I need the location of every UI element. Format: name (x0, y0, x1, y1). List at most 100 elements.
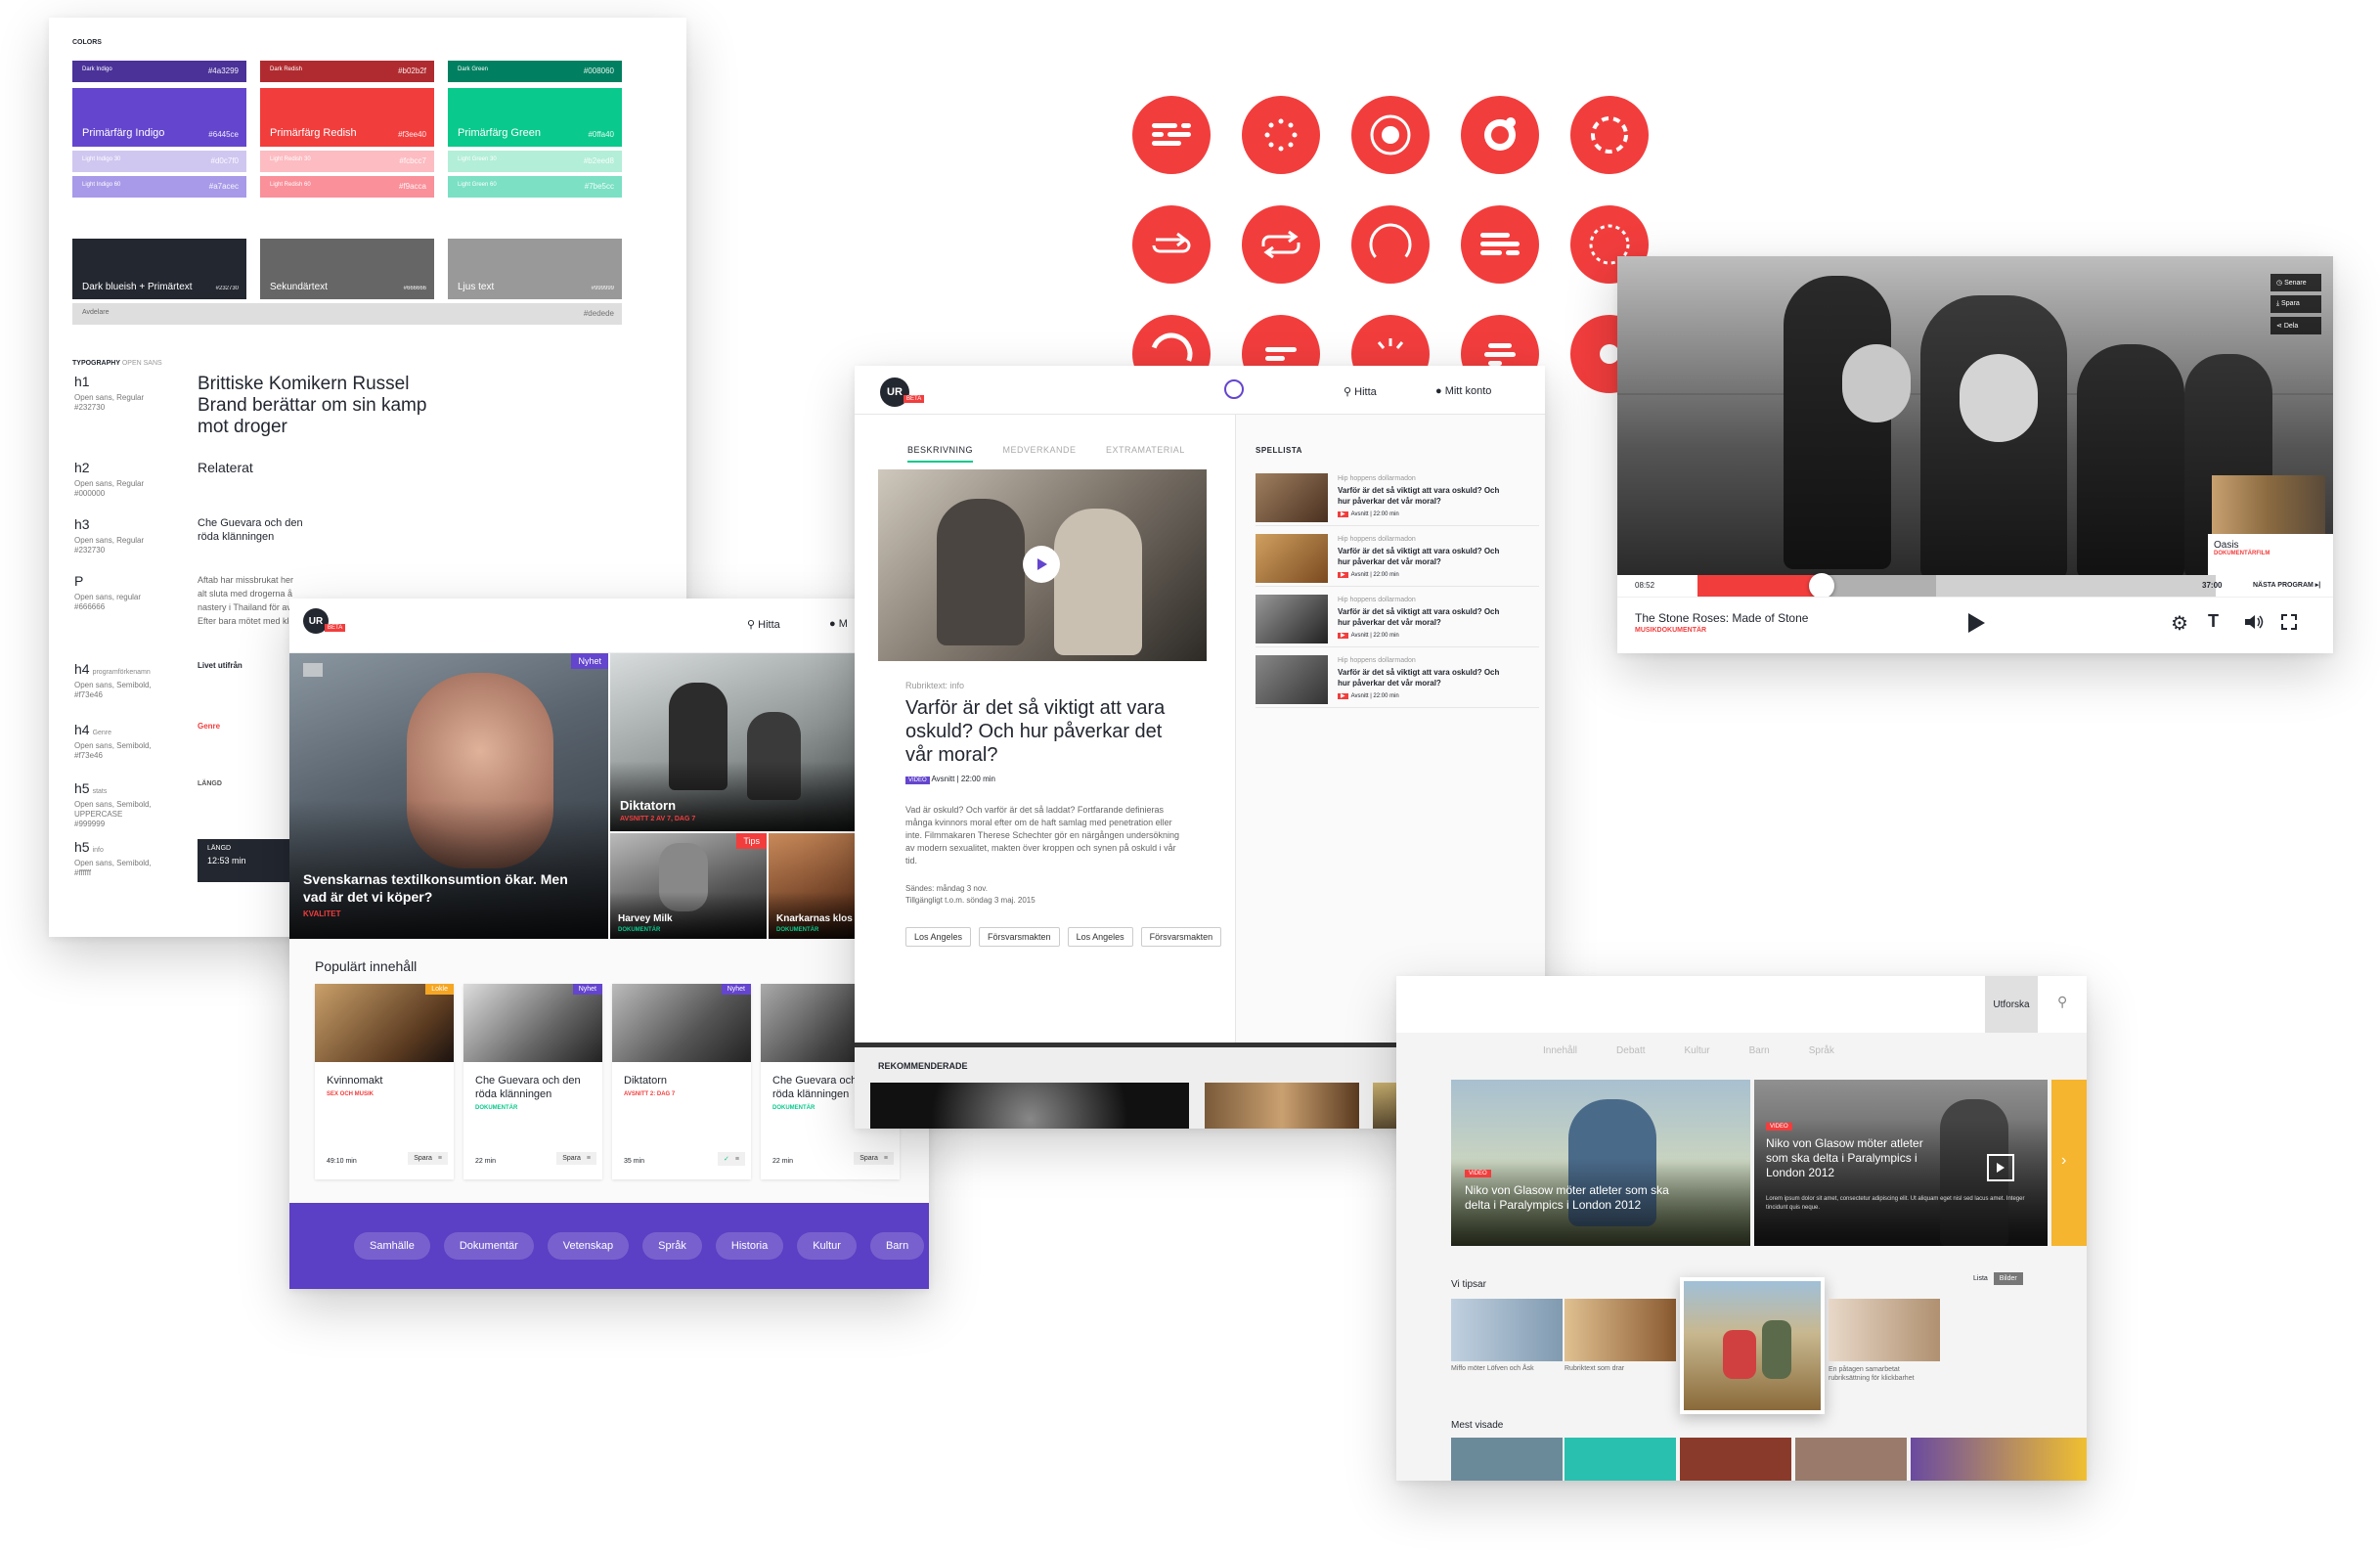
search-link[interactable]: ⚲ Hitta (747, 618, 780, 631)
category-pill[interactable]: Språk (642, 1232, 702, 1260)
most-thumb[interactable] (1795, 1438, 1907, 1481)
type-meta: Open sans, regular #666666 (74, 593, 142, 611)
most-thumb[interactable] (1451, 1438, 1563, 1481)
type-key: h4 programförkenamn (74, 661, 151, 677)
explore-nav-item[interactable]: Barn (1749, 1045, 1770, 1056)
explore-nav-item[interactable]: Debatt (1616, 1045, 1645, 1056)
most-thumb[interactable] (1565, 1438, 1676, 1481)
time-current: 08:52 (1635, 581, 1655, 590)
search-link[interactable]: ⚲ Hitta (1344, 385, 1377, 398)
explore-card: Utforska ⚲ Innehåll Debatt Kultur Barn Språk… (1396, 976, 2087, 1481)
hero-title[interactable]: Svenskarnas textilkonsumtion ökar. Men v… (303, 870, 587, 906)
tag[interactable]: Los Angeles (1067, 927, 1133, 947)
hero-desc: Lorem ipsum dolor sit amet, consectetur … (1766, 1196, 2025, 1211)
list-icon: ≡ (437, 1155, 442, 1162)
tip-thumb[interactable] (1451, 1299, 1563, 1361)
save-button[interactable]: Spara ≡ (408, 1152, 448, 1165)
tag[interactable]: Försvarsmakten (1140, 927, 1222, 947)
save-button[interactable]: Spara ≡ (556, 1152, 596, 1165)
volume-icon[interactable] (2243, 613, 2265, 636)
next-program-button[interactable]: NÄSTA PROGRAM ▸| (2253, 581, 2320, 589)
next-program-card[interactable]: Oasis DOKUMENTÄRFILM (2208, 534, 2333, 575)
popular-card[interactable]: Lokle Kvinnomakt SEX OCH MUSIK 49:10 min Spa… (315, 984, 454, 1179)
category-pill[interactable]: Vetenskap (547, 1232, 630, 1260)
loading-indicator (1224, 379, 1244, 399)
type-sample: Brittiske Komikern Russel Brand berättar… (198, 374, 427, 437)
most-thumb[interactable] (1911, 1438, 2087, 1481)
subtitles-icon[interactable] (1132, 96, 1211, 174)
explore-hero-3[interactable]: › (2051, 1080, 2087, 1246)
nav-explore[interactable]: Utforska (1985, 976, 2038, 1033)
settings-icon[interactable]: ⚙ (2171, 611, 2188, 636)
repeat-icon[interactable] (1132, 205, 1211, 284)
save-button[interactable]: ✓ ≡ (718, 1152, 745, 1166)
tab-beskrivning[interactable]: BESKRIVNING (907, 445, 974, 463)
tile-harvey-milk[interactable]: Tips Harvey Milk DOKUMENTÄR (610, 833, 767, 939)
category-pill[interactable]: Historia (715, 1232, 784, 1260)
progress-knob[interactable] (1809, 573, 1835, 599)
sent-info: Sändes: måndag 3 nov. (905, 884, 988, 893)
category-pill[interactable]: Samhälle (354, 1232, 430, 1260)
play-icon[interactable] (1987, 1154, 2014, 1181)
playlist-item[interactable]: Hip hoppens dollarmadon Varför är det så … (1256, 653, 1539, 708)
category-pill[interactable]: Dokumentär (443, 1232, 534, 1260)
chevron-right-icon[interactable]: › (2061, 1152, 2066, 1170)
beta-badge: BETA (325, 624, 346, 632)
playlist-title: Varför är det så viktigt att vara oskuld… (1338, 668, 1500, 688)
tag[interactable]: Försvarsmakten (979, 927, 1060, 947)
explore-nav-item[interactable]: Kultur (1685, 1045, 1710, 1056)
search-icon[interactable]: ⚲ (2057, 994, 2067, 1010)
tip-thumb-featured[interactable] (1680, 1277, 1825, 1414)
category-pill[interactable]: Barn (869, 1232, 925, 1260)
popular-time: 22 min (475, 1158, 497, 1165)
rec-thumb[interactable] (1205, 1083, 1359, 1129)
tag[interactable]: Los Angeles (905, 927, 972, 947)
record-dot-icon[interactable] (1461, 96, 1539, 174)
account-link[interactable]: ● Mitt konto (1435, 385, 1491, 397)
toggle-images[interactable]: Bilder (1993, 1272, 2023, 1285)
type-key: h2 (74, 460, 90, 475)
text-size-icon[interactable]: T (2208, 611, 2219, 632)
tip-thumb[interactable] (1565, 1299, 1676, 1361)
repeat-all-icon[interactable] (1242, 205, 1320, 284)
tab-extramaterial[interactable]: EXTRAMATERIAL (1106, 445, 1185, 455)
player-video[interactable]: ◷ Senare ⤓ Spara ⋖ Dela Oasis DOKUMENTÄR… (1617, 256, 2333, 575)
player-timeline[interactable]: 08:52 37:00 NÄSTA PROGRAM ▸| (1617, 573, 2333, 599)
play-icon[interactable] (1023, 546, 1060, 583)
type-sample: Livet utifrån (198, 661, 242, 670)
playlist-item[interactable]: Hip hoppens dollarmadon Varför är det så … (1256, 532, 1539, 587)
record-target-icon[interactable] (1351, 96, 1430, 174)
share-button[interactable]: ⋖ Dela (2270, 317, 2321, 334)
toggle-list[interactable]: Lista (1967, 1272, 1994, 1285)
list-icon: ≡ (734, 1156, 739, 1163)
account-link[interactable]: ● M (829, 618, 848, 630)
tip-thumb[interactable] (1829, 1299, 1940, 1361)
explore-nav-item[interactable]: Innehåll (1543, 1045, 1577, 1056)
explore-hero-2[interactable]: VIDEO Niko von Glasow möter atleter som … (1754, 1080, 2048, 1246)
hero-title: Niko von Glasow möter atleter som ska de… (1766, 1136, 1923, 1179)
popular-card[interactable]: Nyhet Diktatorn AVSNITT 2: DAG 7 35 min ✓ ≡ (612, 984, 751, 1179)
save-button[interactable]: Spara ≡ (854, 1152, 894, 1165)
explore-header: Utforska ⚲ (1396, 976, 2087, 1033)
rec-thumb[interactable] (870, 1083, 1189, 1129)
fullscreen-icon[interactable] (2280, 613, 2298, 636)
tab-medverkande[interactable]: MEDVERKANDE (1002, 445, 1076, 455)
most-thumb[interactable] (1680, 1438, 1791, 1481)
popular-card[interactable]: Nyhet Che Guevara och den röda klänningen… (463, 984, 602, 1179)
playlist-thumb (1256, 534, 1328, 583)
progress-track[interactable] (1697, 573, 2216, 599)
color-swatch: Dark blueish + Primärtext #232730 (72, 239, 246, 299)
play-icon[interactable] (1965, 611, 1987, 640)
subtitles-alt-icon[interactable] (1461, 205, 1539, 284)
hero-badge: Nyhet (571, 653, 608, 669)
detail-video[interactable] (878, 469, 1207, 661)
playlist-item[interactable]: Hip hoppens dollarmadon Varför är det så … (1256, 593, 1539, 647)
category-pill[interactable]: Kultur (797, 1232, 857, 1260)
playlist-item[interactable]: Hip hoppens dollarmadon Varför är det så … (1256, 471, 1539, 526)
hero-tile[interactable]: Nyhet Svenskarnas textilkonsumtion ökar.… (289, 653, 608, 939)
later-button[interactable]: ◷ Senare (2270, 274, 2321, 291)
tile-title: Diktatorn (620, 798, 677, 813)
explore-nav-item[interactable]: Språk (1809, 1045, 1834, 1056)
save-button[interactable]: ⤓ Spara (2270, 295, 2321, 313)
explore-hero-1[interactable]: VIDEO Niko von Glasow möter atleter som … (1451, 1080, 1750, 1246)
